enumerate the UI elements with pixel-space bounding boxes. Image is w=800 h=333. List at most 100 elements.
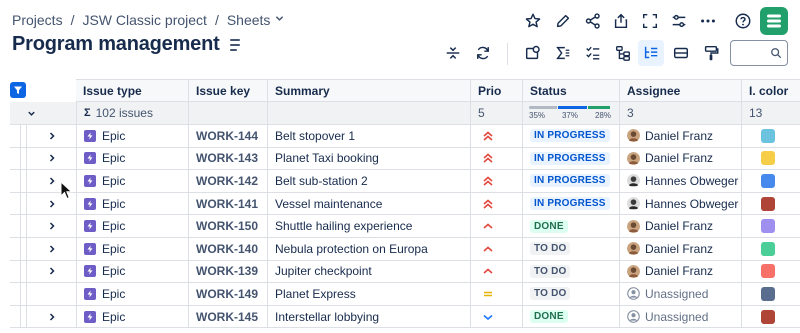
chevron-down-icon[interactable] <box>27 109 36 118</box>
priority-cell[interactable] <box>470 215 522 237</box>
summary-cell[interactable]: Shuttle hailing experience <box>267 215 470 237</box>
status-cell[interactable]: TO DO <box>522 283 619 305</box>
refresh-icon[interactable] <box>470 40 496 66</box>
column-header-summary[interactable]: Summary <box>267 80 470 102</box>
chevron-right-icon[interactable] <box>48 267 56 275</box>
summary-cell[interactable]: Jupiter checkpoint <box>267 260 470 283</box>
help-icon[interactable] <box>730 8 756 34</box>
status-badge[interactable]: TO DO <box>530 287 571 301</box>
status-cell[interactable]: IN PROGRESS <box>522 147 619 170</box>
summary-cell[interactable]: Belt sub-station 2 <box>267 170 470 192</box>
table-row[interactable]: Epic WORK-150 Shuttle hailing experience DO… <box>10 215 800 238</box>
expand-row-button[interactable] <box>26 260 76 283</box>
priority-cell[interactable] <box>470 170 522 192</box>
assignee-cell[interactable]: Daniel Franz <box>619 260 741 283</box>
status-cell[interactable]: DONE <box>522 215 619 237</box>
summary-cell[interactable]: Interstellar lobbying <box>267 305 470 328</box>
summary-cell[interactable]: Nebula protection on Europa <box>267 238 470 260</box>
expand-row-button[interactable] <box>26 305 76 328</box>
table-row[interactable]: Epic WORK-145 Interstellar lobbying DONE Una… <box>10 305 800 329</box>
summary-cell[interactable]: Planet Taxi booking <box>267 147 470 170</box>
assignee-cell[interactable]: Unassigned <box>619 283 741 305</box>
status-cell[interactable]: IN PROGRESS <box>522 170 619 192</box>
table-row[interactable]: Epic WORK-139 Jupiter checkpoint TO DO Danie… <box>10 260 800 284</box>
issue-key-link[interactable]: WORK-141 <box>196 197 258 211</box>
assignee-cell[interactable]: Hannes Obweger <box>619 170 741 192</box>
chevron-right-icon[interactable] <box>48 222 56 230</box>
breadcrumb-project[interactable]: JSW Classic project <box>82 12 206 28</box>
chevron-right-icon[interactable] <box>48 313 56 321</box>
edit-icon[interactable] <box>550 8 576 34</box>
assignee-cell[interactable]: Daniel Franz <box>619 125 741 147</box>
more-icon[interactable] <box>695 8 721 34</box>
status-cell[interactable]: DONE <box>522 305 619 328</box>
issue-color-cell[interactable] <box>741 283 800 305</box>
column-header-issue-type[interactable]: Issue type <box>76 80 188 102</box>
issue-key-link[interactable]: WORK-150 <box>196 219 258 233</box>
summary-cell[interactable]: Vessel maintenance <box>267 192 470 215</box>
summary-cell[interactable]: Planet Express <box>267 283 470 305</box>
column-header-assignee[interactable]: Assignee <box>619 80 741 102</box>
status-badge[interactable]: DONE <box>530 219 568 233</box>
chevron-right-icon[interactable] <box>48 154 56 162</box>
search-input[interactable] <box>730 40 788 66</box>
expand-row-button[interactable] <box>26 125 76 147</box>
table-row[interactable]: Epic WORK-143 Planet Taxi booking IN PROGRE… <box>10 147 800 171</box>
table-row[interactable]: Epic WORK-142 Belt sub-station 2 IN PROGRES… <box>10 170 800 193</box>
chevron-right-icon[interactable] <box>48 245 56 253</box>
priority-cell[interactable] <box>470 238 522 260</box>
issue-key-link[interactable]: WORK-140 <box>196 242 258 256</box>
expand-row-button[interactable] <box>26 215 76 237</box>
assignee-cell[interactable]: Daniel Franz <box>619 238 741 260</box>
priority-cell[interactable] <box>470 283 522 305</box>
chevron-down-icon[interactable] <box>275 14 284 26</box>
status-badge[interactable]: IN PROGRESS <box>530 151 610 165</box>
expand-row-button[interactable] <box>26 147 76 170</box>
table-row[interactable]: Epic WORK-149 Planet Express TO DO Unassigne… <box>10 283 800 306</box>
priority-cell[interactable] <box>470 192 522 215</box>
issue-color-cell[interactable] <box>741 305 800 328</box>
status-badge[interactable]: IN PROGRESS <box>530 129 610 143</box>
assignee-cell[interactable]: Daniel Franz <box>619 147 741 170</box>
priority-cell[interactable] <box>470 125 522 147</box>
status-cell[interactable]: TO DO <box>522 238 619 260</box>
checklist-icon[interactable] <box>580 40 606 66</box>
settings-sliders-icon[interactable] <box>666 8 692 34</box>
breadcrumb-sheets[interactable]: Sheets <box>227 12 271 28</box>
star-icon[interactable] <box>520 8 546 34</box>
chevron-right-icon[interactable] <box>48 177 56 185</box>
issue-color-cell[interactable] <box>741 147 800 170</box>
assignee-cell[interactable]: Hannes Obweger <box>619 192 741 215</box>
chevron-right-icon[interactable] <box>48 200 56 208</box>
view-icon[interactable] <box>520 40 546 66</box>
table-row[interactable]: Epic WORK-141 Vessel maintenance IN PROGRES… <box>10 192 800 216</box>
issue-color-cell[interactable] <box>741 125 800 147</box>
issue-key-link[interactable]: WORK-144 <box>196 129 258 143</box>
status-cell[interactable]: IN PROGRESS <box>522 125 619 147</box>
filter-icon[interactable] <box>10 82 26 98</box>
issue-color-cell[interactable] <box>741 215 800 237</box>
expand-row-button[interactable] <box>26 238 76 260</box>
status-badge[interactable]: IN PROGRESS <box>530 197 610 211</box>
breadcrumb-projects[interactable]: Projects <box>12 12 63 28</box>
priority-cell[interactable] <box>470 260 522 283</box>
issue-color-cell[interactable] <box>741 192 800 215</box>
collapse-all-toggle[interactable] <box>20 102 56 124</box>
collapse-rows-icon[interactable] <box>440 40 466 66</box>
priority-cell[interactable] <box>470 305 522 328</box>
status-badge[interactable]: TO DO <box>530 242 571 256</box>
issue-key-link[interactable]: WORK-149 <box>196 287 258 301</box>
structure-icon[interactable] <box>638 40 664 66</box>
table-row[interactable]: Epic WORK-140 Nebula protection on Europa T… <box>10 238 800 261</box>
column-header-status[interactable]: Status <box>522 80 619 102</box>
summary-cell[interactable]: Belt stopover 1 <box>267 125 470 147</box>
priority-cell[interactable] <box>470 147 522 170</box>
column-header-priority[interactable]: Prio <box>470 80 522 102</box>
rows-icon[interactable] <box>668 40 694 66</box>
chevron-right-icon[interactable] <box>48 132 56 140</box>
export-icon[interactable] <box>608 8 634 34</box>
status-cell[interactable]: IN PROGRESS <box>522 192 619 215</box>
search-field[interactable] <box>735 41 775 63</box>
table-row[interactable]: Epic WORK-144 Belt stopover 1 IN PROGRESS Da… <box>10 125 800 148</box>
issue-key-link[interactable]: WORK-143 <box>196 151 258 165</box>
